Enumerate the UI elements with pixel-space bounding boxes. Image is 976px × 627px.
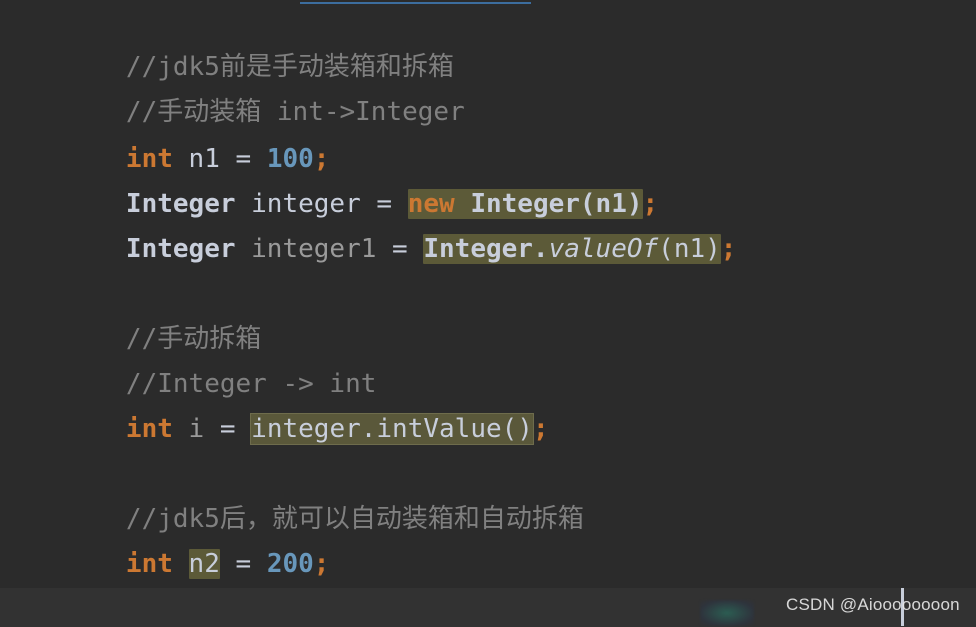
code-line-3[interactable]: int n1 = 100; — [0, 92, 976, 174]
code-line-6-blank[interactable] — [0, 227, 976, 272]
code-line-2[interactable]: //手动装箱 int->Integer — [0, 45, 976, 127]
code-line-5[interactable]: Integer integer1 = Integer.valueOf(n1); — [0, 182, 976, 264]
code-line-7[interactable]: //手动拆箱 — [0, 272, 976, 354]
code-line-10-blank[interactable] — [0, 407, 976, 452]
code-editor-screenshot: //jdk5前是手动装箱和拆箱 //手动装箱 int->Integer int … — [0, 0, 976, 627]
code-line-1[interactable]: //jdk5前是手动装箱和拆箱 — [0, 0, 976, 82]
code-line-8[interactable]: //Integer -> int — [0, 317, 976, 399]
code-line-12[interactable]: int n2 = 200; — [0, 497, 976, 579]
code-line-9[interactable]: int i = integer.intValue(); — [0, 362, 976, 444]
compression-artifact — [700, 600, 754, 626]
code-line-11[interactable]: //jdk5后，就可以自动装箱和自动拆箱 — [0, 452, 976, 534]
code-area[interactable]: //jdk5前是手动装箱和拆箱 //手动装箱 int->Integer int … — [0, 0, 976, 627]
csdn-watermark: CSDN @Aioooooooon — [786, 595, 960, 614]
code-line-13[interactable]: //自动装箱 int->Integer — [0, 542, 976, 624]
code-line-4[interactable]: Integer integer = new Integer(n1); — [0, 137, 976, 219]
